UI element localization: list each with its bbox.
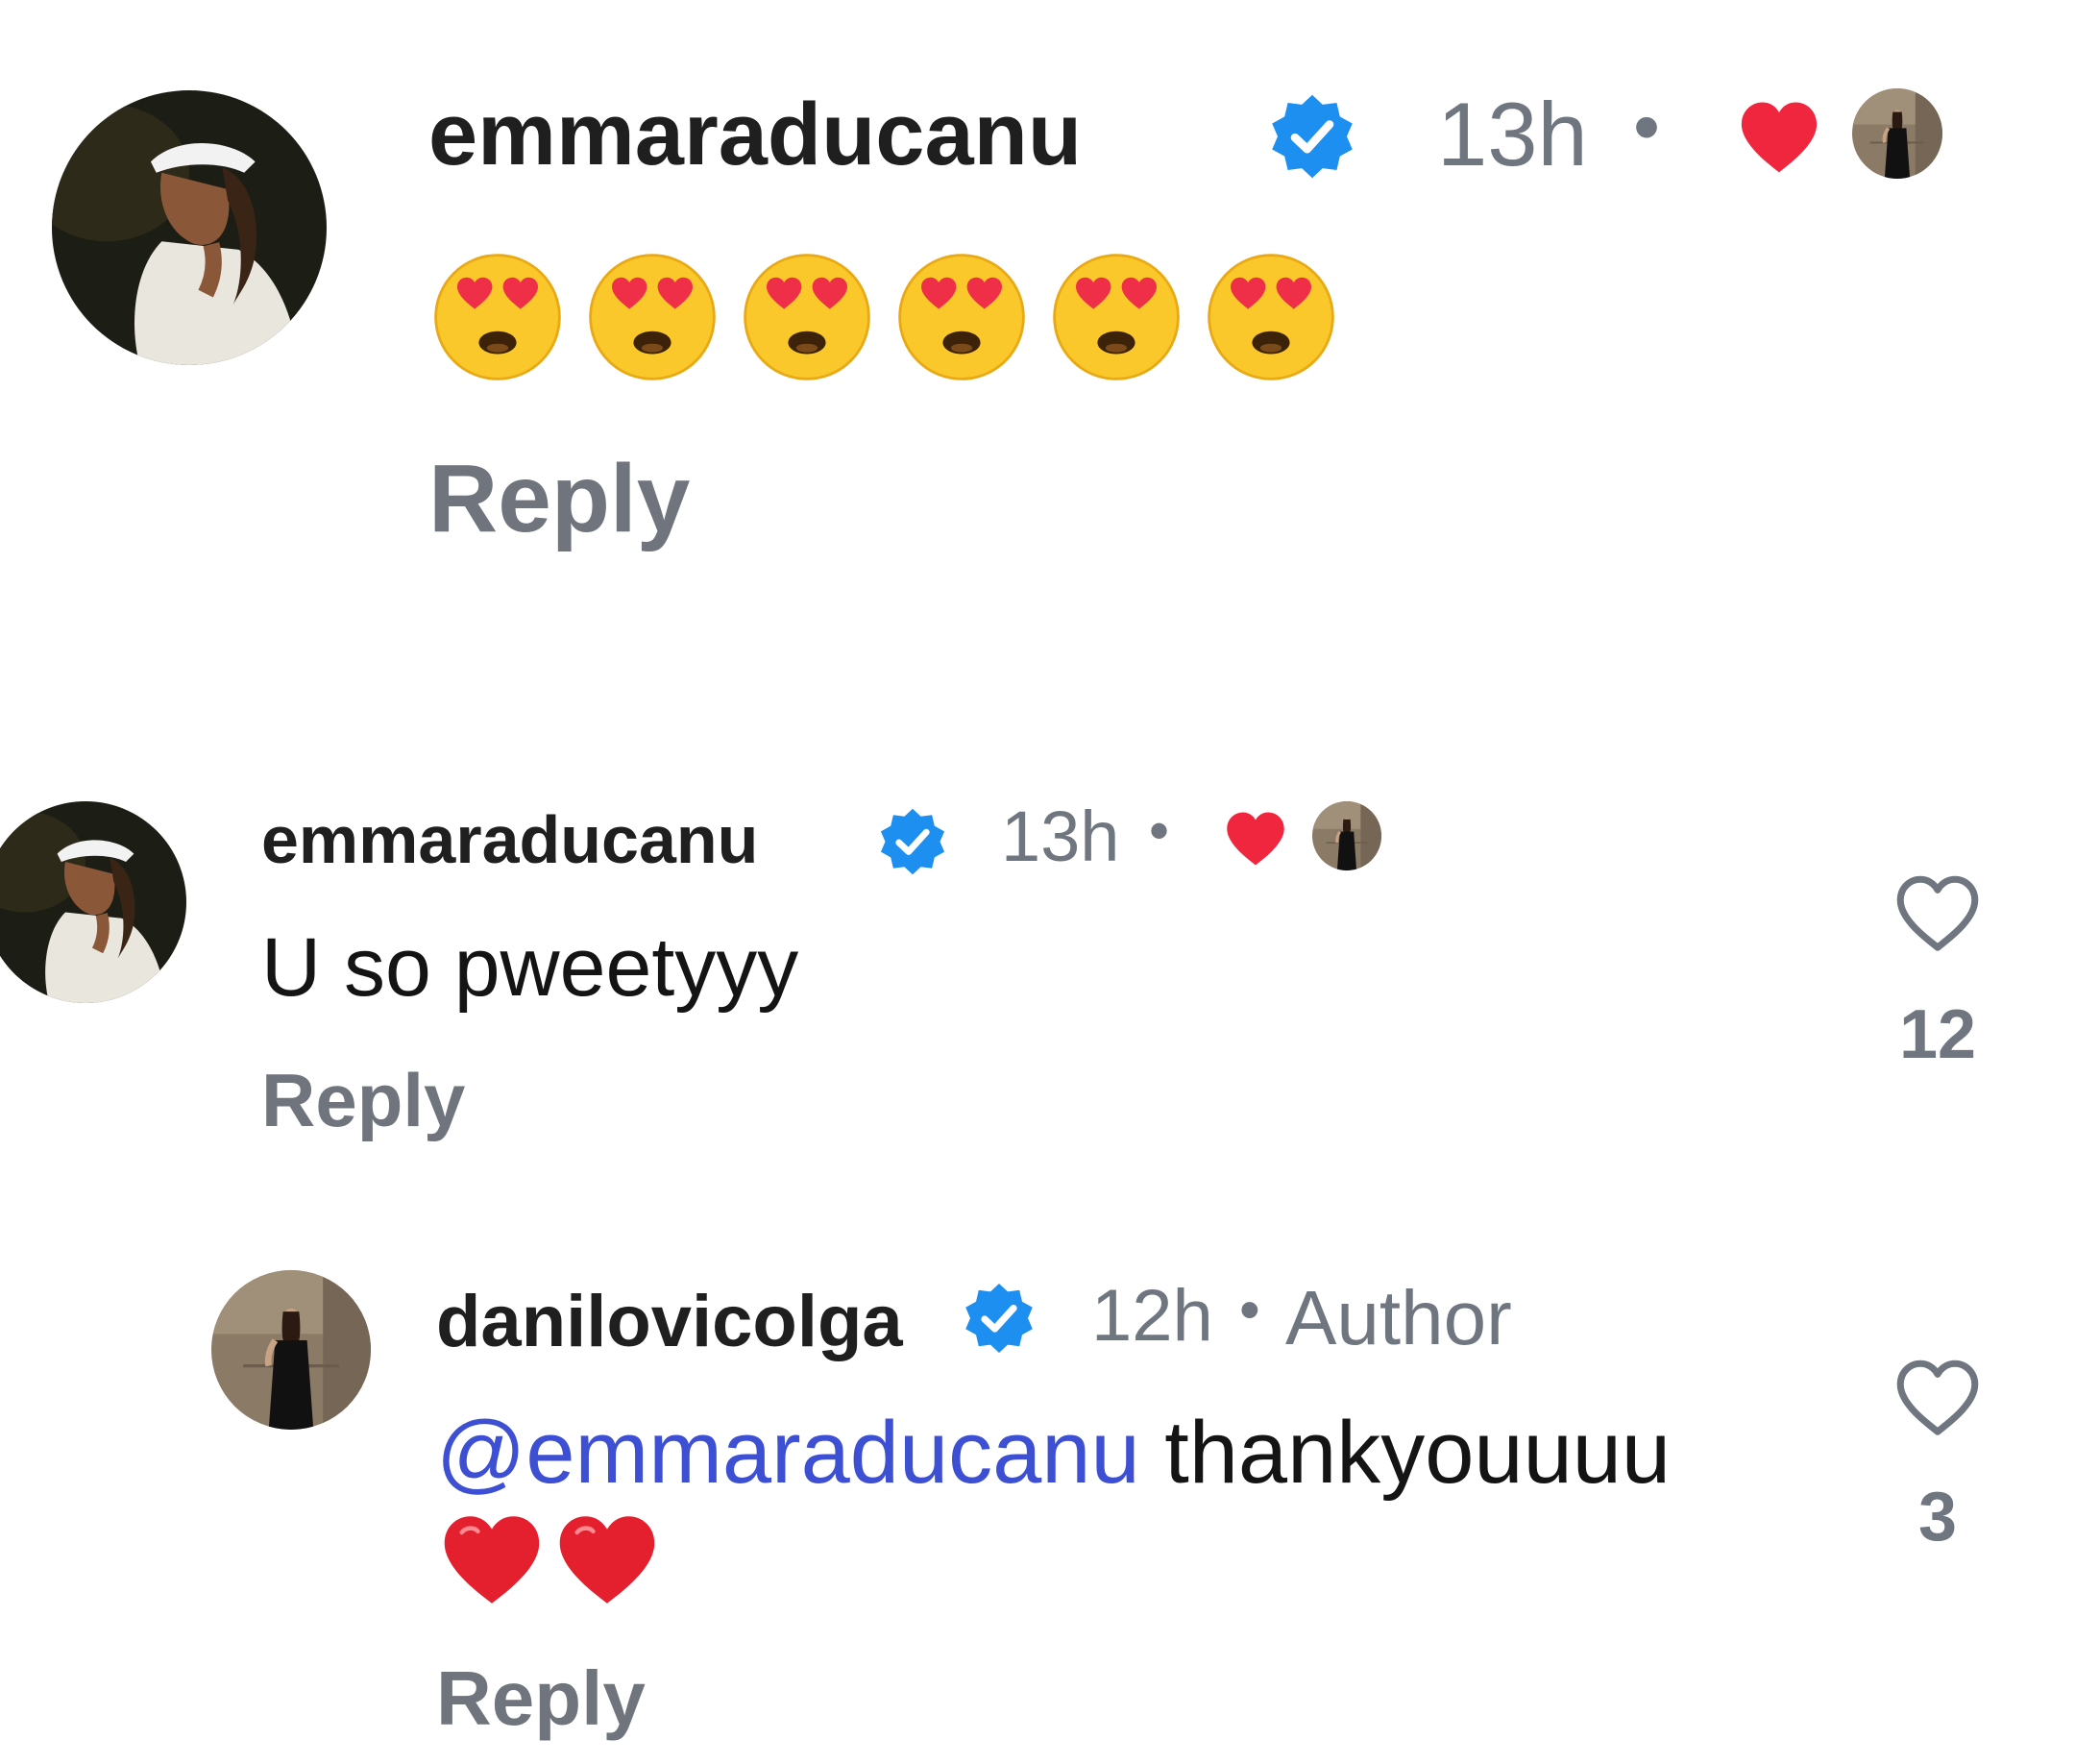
avatar-image xyxy=(211,1270,371,1430)
meta-separator: • xyxy=(1633,84,1661,169)
smiling-face-heart-eyes-emoji xyxy=(894,250,1029,384)
comment-username[interactable]: emmaraducanu xyxy=(428,85,1082,185)
comment-text-emojis xyxy=(430,250,1353,384)
comment-text-hearts xyxy=(438,1510,669,1614)
reply-button[interactable]: Reply xyxy=(436,1654,646,1743)
comment-text-body: thankyouuuu xyxy=(1164,1404,1672,1502)
author-badge: Author xyxy=(1285,1275,1512,1360)
smiling-face-heart-eyes-emoji xyxy=(740,250,874,384)
red-heart-emoji xyxy=(553,1510,661,1608)
comment-username[interactable]: danilovicolga xyxy=(436,1280,903,1363)
liked-by-author-heart-icon xyxy=(1222,809,1289,869)
comment-timestamp: 13h xyxy=(1001,796,1120,876)
comment-username[interactable]: emmaraducanu xyxy=(261,801,758,878)
reply-button[interactable]: Reply xyxy=(261,1057,465,1144)
reply-button[interactable]: Reply xyxy=(428,444,690,554)
red-heart-emoji xyxy=(438,1510,546,1608)
verified-badge-icon xyxy=(961,1280,1038,1357)
smiling-face-heart-eyes-emoji xyxy=(1049,250,1184,384)
smiling-face-heart-eyes-emoji xyxy=(430,250,565,384)
commenter-avatar-emmaraducanu[interactable] xyxy=(0,801,186,1003)
commenter-avatar-danilovicolga[interactable] xyxy=(211,1270,371,1430)
comment-timestamp: 13h xyxy=(1437,84,1588,184)
avatar-image xyxy=(0,801,186,1003)
meta-separator: • xyxy=(1239,1277,1260,1343)
like-count: 12 xyxy=(1898,996,1977,1073)
author-avatar-mini xyxy=(1852,88,1942,179)
liked-by-author-heart-icon xyxy=(1735,98,1823,177)
meta-separator: • xyxy=(1149,798,1170,863)
like-outline-icon[interactable] xyxy=(1892,872,1983,955)
author-avatar-mini xyxy=(1312,801,1381,870)
comment-timestamp: 12h xyxy=(1091,1275,1213,1357)
like-count: 3 xyxy=(1917,1479,1958,1556)
comment-text: U so pweetyyy xyxy=(261,921,799,1014)
commenter-avatar-emmaraducanu[interactable] xyxy=(52,90,327,365)
user-mention-link[interactable]: @emmaraducanu xyxy=(436,1404,1140,1502)
comment-text: @emmaraducanu thankyouuuu xyxy=(436,1403,1671,1504)
verified-badge-icon xyxy=(1266,90,1358,183)
like-outline-icon[interactable] xyxy=(1892,1357,1983,1439)
smiling-face-heart-eyes-emoji xyxy=(1204,250,1338,384)
avatar-image xyxy=(52,90,327,365)
smiling-face-heart-eyes-emoji xyxy=(585,250,720,384)
verified-badge-icon xyxy=(876,805,949,878)
